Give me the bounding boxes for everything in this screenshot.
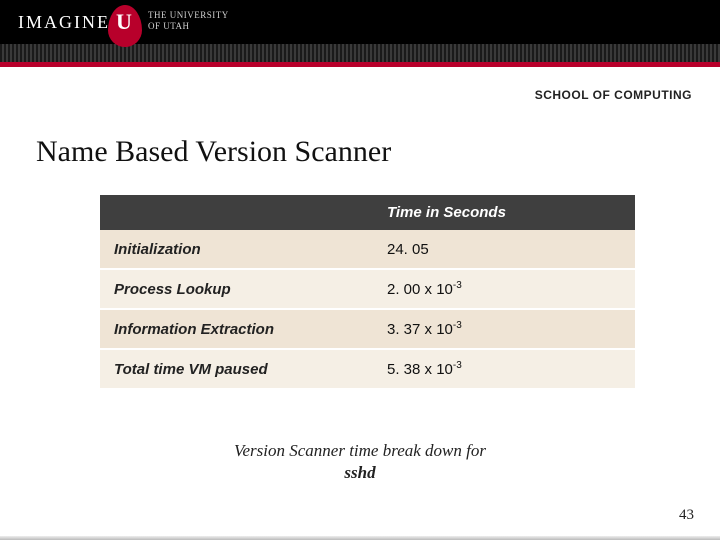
table-row: Information Extraction 3. 37 x 10-3	[100, 309, 635, 349]
slide-root: IMAGINE THE UNIVERSITY OF UTAH SCHOOL OF…	[0, 0, 720, 540]
university-line2: OF UTAH	[148, 21, 190, 31]
page-title: Name Based Version Scanner	[36, 135, 391, 169]
row-label: Information Extraction	[100, 309, 373, 349]
row-value: 2. 00 x 10-3	[373, 269, 635, 309]
u-logo-icon	[108, 5, 142, 47]
row-value: 24. 05	[373, 230, 635, 269]
table-header-blank	[100, 195, 373, 230]
table-caption: Version Scanner time break down for sshd	[0, 440, 720, 484]
caption-line1: Version Scanner time break down for	[234, 441, 486, 460]
university-name: THE UNIVERSITY OF UTAH	[148, 10, 229, 32]
table-header-time: Time in Seconds	[373, 195, 635, 230]
school-label: SCHOOL OF COMPUTING	[535, 88, 692, 102]
table-row: Total time VM paused 5. 38 x 10-3	[100, 349, 635, 389]
imagine-wordmark: IMAGINE	[18, 12, 110, 33]
header-texture	[0, 44, 720, 62]
table-row: Initialization 24. 05	[100, 230, 635, 269]
row-value: 5. 38 x 10-3	[373, 349, 635, 389]
footer-gradient	[0, 536, 720, 540]
table-header-row: Time in Seconds	[100, 195, 635, 230]
page-number: 43	[679, 507, 694, 524]
row-label: Process Lookup	[100, 269, 373, 309]
header-red-rule	[0, 62, 720, 67]
row-label: Total time VM paused	[100, 349, 373, 389]
row-label: Initialization	[100, 230, 373, 269]
table-row: Process Lookup 2. 00 x 10-3	[100, 269, 635, 309]
row-value: 3. 37 x 10-3	[373, 309, 635, 349]
timing-table: Time in Seconds Initialization 24. 05 Pr…	[100, 195, 635, 390]
university-line1: THE UNIVERSITY	[148, 10, 229, 20]
caption-subject: sshd	[344, 463, 375, 482]
